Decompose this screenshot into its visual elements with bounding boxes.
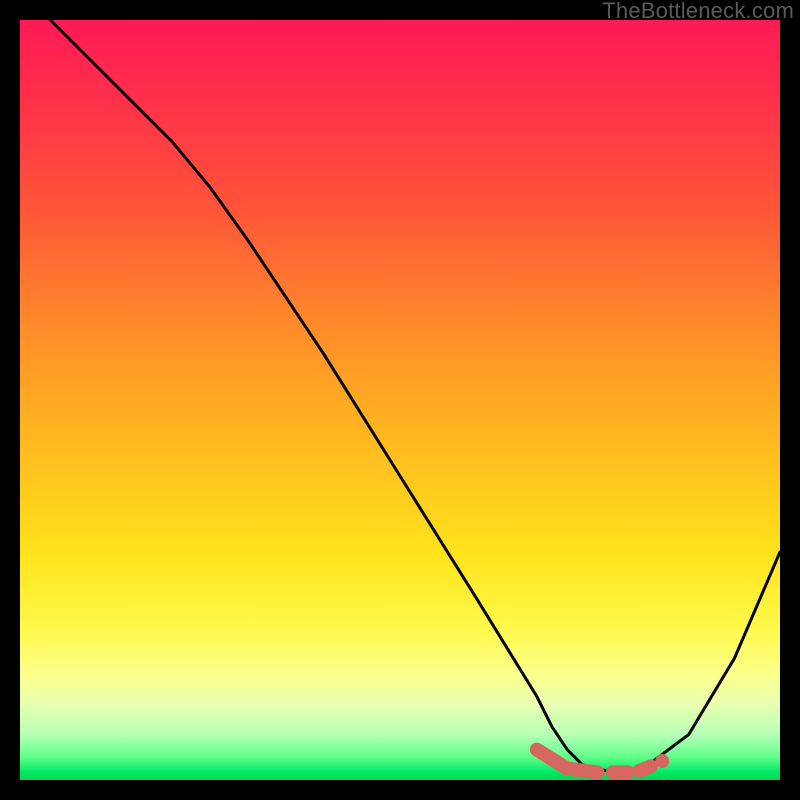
- highlight-segment: [639, 766, 650, 771]
- bottleneck-curve-path: [50, 20, 780, 772]
- chart-area: [20, 20, 780, 780]
- plot-svg: [20, 20, 780, 780]
- highlight-segment: [537, 750, 598, 773]
- highlight-dot: [655, 754, 669, 768]
- highlight-group: [537, 750, 669, 773]
